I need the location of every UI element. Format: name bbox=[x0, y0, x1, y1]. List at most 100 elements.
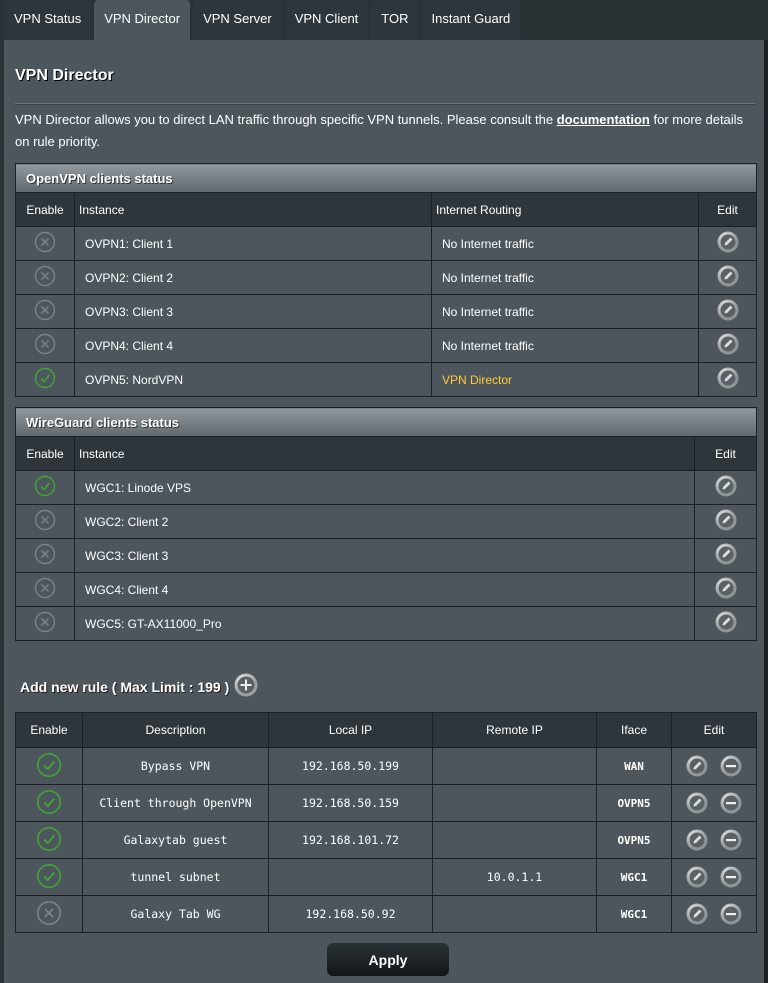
edit-pencil-icon[interactable] bbox=[714, 610, 738, 634]
edit-pencil-icon[interactable] bbox=[714, 474, 738, 498]
tab-instant-guard[interactable]: Instant Guard bbox=[421, 0, 521, 40]
tab-tor[interactable]: TOR bbox=[371, 0, 419, 40]
rule-enable[interactable] bbox=[15, 821, 83, 859]
openvpn-clients-table: OpenVPN clients status Enable Instance I… bbox=[15, 163, 757, 397]
openvpn-client-row: OVPN3: Client 3 No Internet traffic bbox=[15, 294, 757, 329]
enable-status[interactable] bbox=[15, 538, 75, 573]
edit-pencil-icon[interactable] bbox=[714, 542, 738, 566]
instance-name: WGC5: GT-AX11000_Pro bbox=[74, 606, 695, 641]
col-internet-routing: Internet Routing bbox=[431, 192, 699, 227]
enabled-check-icon bbox=[36, 863, 62, 888]
openvpn-section-title: OpenVPN clients status bbox=[15, 163, 757, 193]
col-iface: Iface bbox=[596, 712, 672, 748]
enable-status[interactable] bbox=[15, 362, 75, 397]
edit-button[interactable] bbox=[698, 362, 757, 397]
add-rule-button[interactable] bbox=[233, 672, 259, 701]
rule-enable[interactable] bbox=[15, 858, 83, 896]
instance-name: WGC2: Client 2 bbox=[74, 504, 695, 539]
wireguard-client-row: WGC1: Linode VPS bbox=[15, 470, 757, 505]
enable-status[interactable] bbox=[15, 294, 75, 329]
enable-status[interactable] bbox=[15, 328, 75, 363]
tab-bar: VPN Status VPN Director VPN Server VPN C… bbox=[4, 0, 521, 40]
plus-circle-icon bbox=[233, 672, 259, 698]
rule-description: Galaxy Tab WG bbox=[82, 895, 269, 933]
edit-button[interactable] bbox=[698, 328, 757, 363]
edit-button[interactable] bbox=[694, 538, 757, 573]
disabled-x-icon bbox=[34, 265, 56, 287]
edit-button[interactable] bbox=[694, 470, 757, 505]
instance-name: OVPN2: Client 2 bbox=[74, 260, 432, 295]
openvpn-client-row: OVPN2: Client 2 No Internet traffic bbox=[15, 260, 757, 295]
enable-status[interactable] bbox=[15, 470, 75, 505]
main-panel: VPN Director VPN Director allows you to … bbox=[4, 40, 764, 983]
edit-button[interactable] bbox=[694, 606, 757, 641]
edit-pencil-icon[interactable] bbox=[716, 230, 740, 254]
rule-actions bbox=[671, 784, 757, 822]
enable-status[interactable] bbox=[15, 606, 75, 641]
edit-button[interactable] bbox=[694, 572, 757, 607]
documentation-link[interactable]: documentation bbox=[557, 112, 650, 127]
rule-row: Galaxytab guest 192.168.101.72 OVPN5 bbox=[15, 821, 757, 859]
delete-minus-icon[interactable] bbox=[719, 828, 743, 852]
edit-pencil-icon[interactable] bbox=[685, 791, 709, 815]
tab-vpn-director[interactable]: VPN Director bbox=[94, 0, 191, 40]
tab-vpn-status[interactable]: VPN Status bbox=[4, 0, 92, 40]
col-description: Description bbox=[82, 712, 269, 748]
col-instance: Instance bbox=[74, 436, 695, 471]
edit-pencil-icon[interactable] bbox=[716, 298, 740, 322]
edit-pencil-icon[interactable] bbox=[714, 576, 738, 600]
rule-row: Client through OpenVPN 192.168.50.159 OV… bbox=[15, 784, 757, 822]
rule-remote-ip bbox=[432, 821, 597, 859]
delete-minus-icon[interactable] bbox=[719, 791, 743, 815]
edit-pencil-icon[interactable] bbox=[685, 828, 709, 852]
rule-local-ip: 192.168.101.72 bbox=[268, 821, 433, 859]
enabled-check-icon bbox=[34, 367, 56, 389]
apply-button[interactable]: Apply bbox=[327, 943, 449, 976]
rule-local-ip: 192.168.50.199 bbox=[268, 747, 433, 785]
edit-pencil-icon[interactable] bbox=[716, 366, 740, 390]
enable-status[interactable] bbox=[15, 260, 75, 295]
col-enable: Enable bbox=[15, 712, 83, 748]
rule-iface: OVPN5 bbox=[596, 821, 672, 859]
edit-pencil-icon[interactable] bbox=[714, 508, 738, 532]
rule-iface: WGC1 bbox=[596, 895, 672, 933]
rule-remote-ip: 10.0.1.1 bbox=[432, 858, 597, 896]
rule-enable[interactable] bbox=[15, 747, 83, 785]
edit-pencil-icon[interactable] bbox=[716, 264, 740, 288]
enable-status[interactable] bbox=[15, 226, 75, 261]
delete-minus-icon[interactable] bbox=[719, 754, 743, 778]
rule-local-ip: 192.168.50.159 bbox=[268, 784, 433, 822]
col-instance: Instance bbox=[74, 192, 432, 227]
rule-row: Galaxy Tab WG 192.168.50.92 WGC1 bbox=[15, 895, 757, 933]
internet-routing: No Internet traffic bbox=[431, 328, 699, 363]
instance-name: OVPN3: Client 3 bbox=[74, 294, 432, 329]
openvpn-client-row: OVPN1: Client 1 No Internet traffic bbox=[15, 226, 757, 261]
rule-enable[interactable] bbox=[15, 895, 83, 933]
instance-name: OVPN4: Client 4 bbox=[74, 328, 432, 363]
edit-button[interactable] bbox=[698, 260, 757, 295]
openvpn-client-row: OVPN4: Client 4 No Internet traffic bbox=[15, 328, 757, 363]
col-enable: Enable bbox=[15, 192, 75, 227]
rule-actions bbox=[671, 858, 757, 896]
enabled-check-icon bbox=[36, 789, 62, 814]
tab-vpn-client[interactable]: VPN Client bbox=[284, 0, 369, 40]
enable-status[interactable] bbox=[15, 504, 75, 539]
edit-button[interactable] bbox=[698, 226, 757, 261]
enable-status[interactable] bbox=[15, 572, 75, 607]
edit-pencil-icon[interactable] bbox=[685, 902, 709, 926]
wireguard-client-row: WGC5: GT-AX11000_Pro bbox=[15, 606, 757, 641]
divider bbox=[15, 103, 755, 105]
edit-button[interactable] bbox=[698, 294, 757, 329]
disabled-x-icon bbox=[34, 577, 56, 599]
edit-pencil-icon[interactable] bbox=[716, 332, 740, 356]
edit-pencil-icon[interactable] bbox=[685, 754, 709, 778]
delete-minus-icon[interactable] bbox=[719, 902, 743, 926]
edit-button[interactable] bbox=[694, 504, 757, 539]
tab-vpn-server[interactable]: VPN Server bbox=[193, 0, 282, 40]
edit-pencil-icon[interactable] bbox=[685, 865, 709, 889]
rule-enable[interactable] bbox=[15, 784, 83, 822]
delete-minus-icon[interactable] bbox=[719, 865, 743, 889]
rule-description: Bypass VPN bbox=[82, 747, 269, 785]
enabled-check-icon bbox=[36, 752, 62, 777]
disabled-x-icon bbox=[34, 543, 56, 565]
